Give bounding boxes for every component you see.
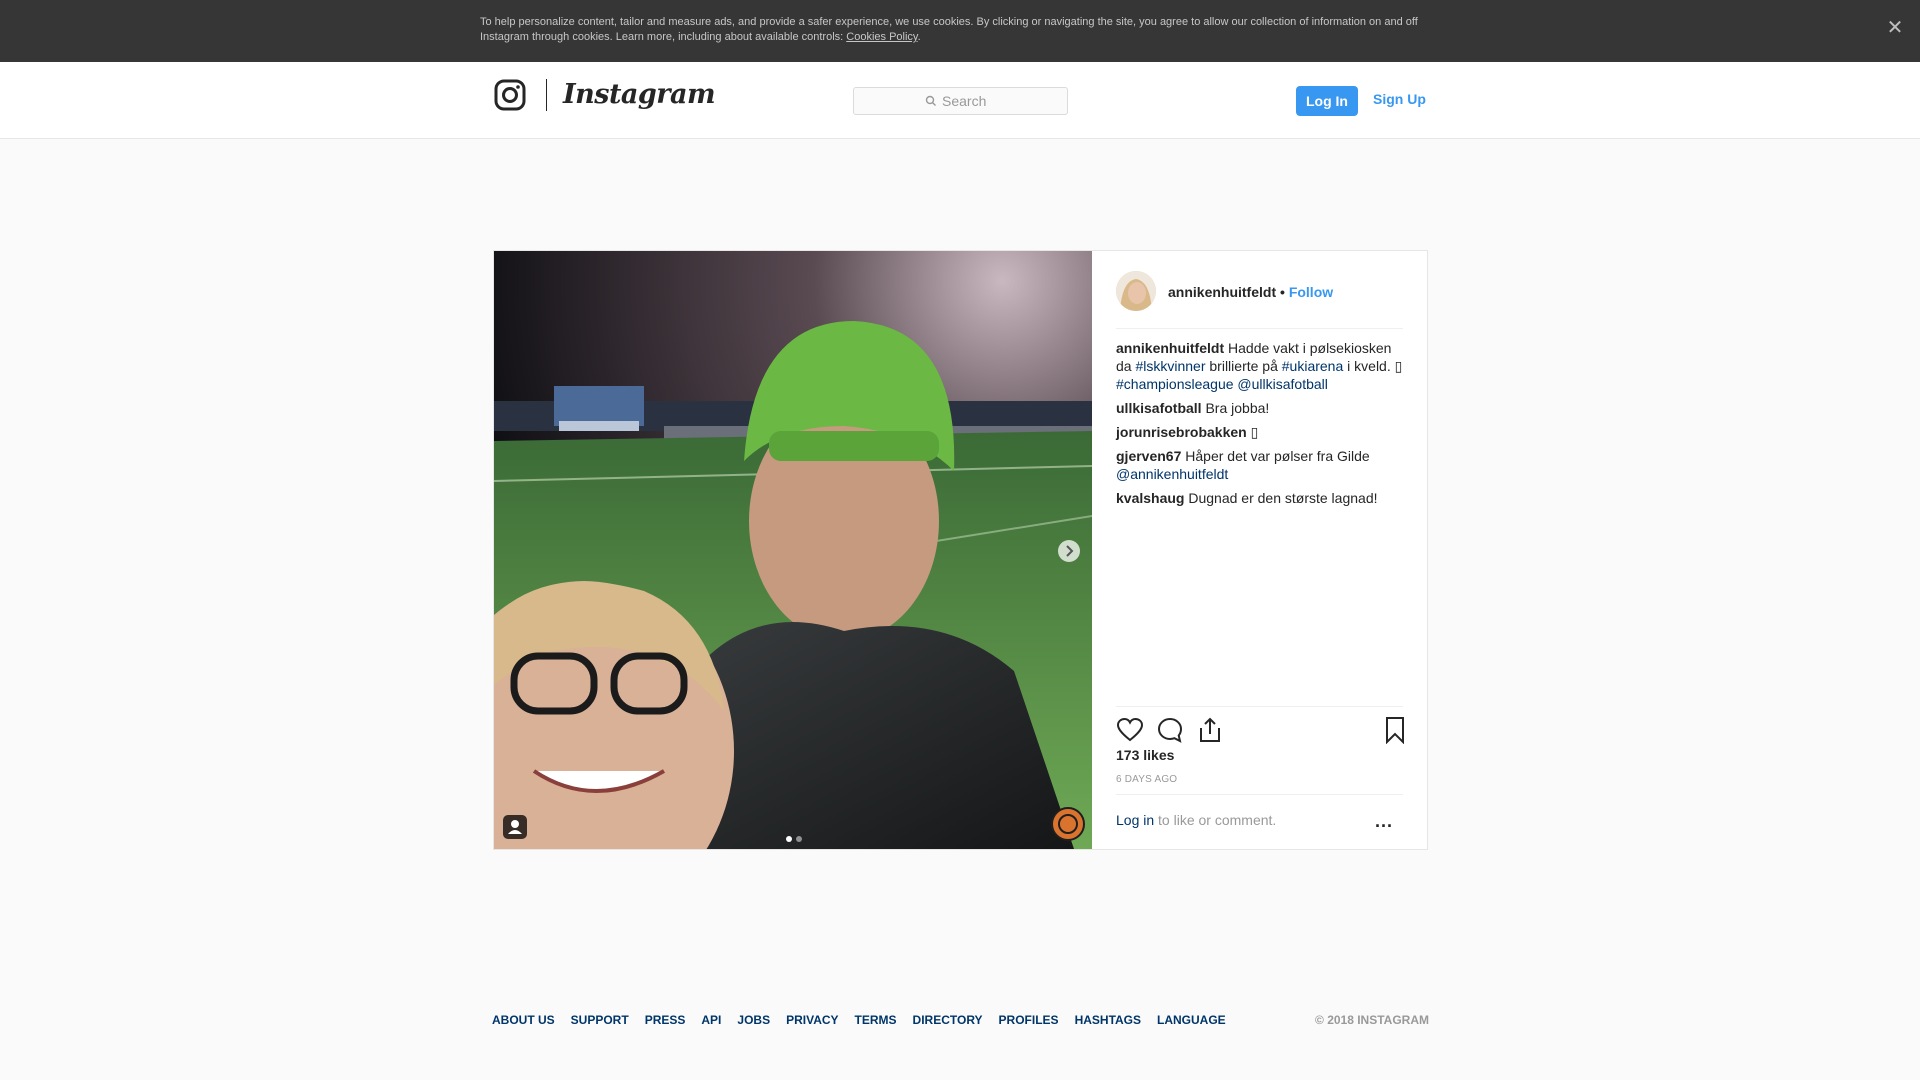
comment-item: gjerven67 Håper det var pølser fra Gilde… (1116, 447, 1406, 483)
footer-link[interactable]: TERMS (855, 1013, 897, 1027)
comment-username[interactable]: ullkisafotball (1116, 400, 1202, 416)
logo-separator (546, 79, 547, 111)
top-nav: Instagram Search Log In Sign Up (0, 62, 1920, 139)
cookie-message: To help personalize content, tailor and … (480, 16, 1418, 43)
user-tag-icon[interactable] (502, 814, 528, 840)
post-photo[interactable] (494, 251, 1092, 849)
comment-list: annikenhuitfeldt Hadde vakt i pølsekiosk… (1116, 339, 1406, 513)
comment-username[interactable]: gjerven67 (1116, 448, 1181, 464)
comment-text: Bra jobba! (1201, 400, 1270, 416)
comment-text: i kveld. ▯ (1343, 358, 1403, 374)
mention-link[interactable]: @annikenhuitfeldt (1116, 466, 1228, 482)
comment-text: ▯ (1246, 424, 1259, 440)
post-timestamp[interactable]: 6 DAYS AGO (1116, 774, 1177, 785)
comment-username[interactable]: kvalshaug (1116, 490, 1184, 506)
footer-link[interactable]: HASHTAGS (1075, 1013, 1141, 1027)
comment-item: annikenhuitfeldt Hadde vakt i pølsekiosk… (1116, 339, 1406, 393)
footer-link[interactable]: API (701, 1013, 721, 1027)
footer: ABOUT US SUPPORT PRESS API JOBS PRIVACY TERMS D… (492, 1013, 1429, 1033)
like-count[interactable]: 173 likes (1116, 747, 1174, 763)
footer-link[interactable]: PROFILES (999, 1013, 1059, 1027)
avatar-illustration (1116, 271, 1156, 311)
comment-item: ullkisafotball Bra jobba! (1116, 399, 1406, 417)
hashtag-link[interactable]: #ukiarena (1282, 358, 1344, 374)
footer-link[interactable]: LANGUAGE (1157, 1013, 1226, 1027)
search-icon (925, 95, 936, 106)
footer-link[interactable]: DIRECTORY (913, 1013, 983, 1027)
search-input[interactable]: Search (853, 87, 1068, 115)
separator-dot: • (1276, 284, 1289, 300)
instagram-wordmark[interactable]: Instagram (563, 79, 716, 110)
comment-username[interactable]: annikenhuitfeldt (1116, 340, 1224, 356)
comment-username[interactable]: jorunrisebrobakken (1116, 424, 1247, 440)
club-badge-icon (1051, 807, 1085, 841)
comment-section-footer: Log in to like or comment. ... (1116, 794, 1403, 849)
footer-link[interactable]: PRIVACY (786, 1013, 838, 1027)
login-prompt: Log in to like or comment. (1116, 812, 1276, 828)
hashtag-link[interactable]: #lskkvinner (1135, 358, 1205, 374)
avatar[interactable] (1116, 271, 1156, 311)
heart-icon[interactable] (1116, 716, 1144, 744)
signup-link[interactable]: Sign Up (1373, 91, 1426, 107)
close-icon[interactable]: ✕ (1884, 17, 1906, 39)
carousel-dot (796, 836, 802, 842)
hashtag-link[interactable]: #championsleague (1116, 376, 1234, 392)
post-card: annikenhuitfeldt • Follow annikenhuitfel… (493, 250, 1428, 850)
carousel-indicator (786, 829, 802, 847)
share-icon[interactable] (1196, 716, 1224, 744)
post-sidebar: annikenhuitfeldt • Follow annikenhuitfel… (1092, 251, 1427, 849)
carousel-dot-active (786, 836, 792, 842)
more-options-icon[interactable]: ... (1375, 811, 1393, 832)
footer-link[interactable]: JOBS (737, 1013, 770, 1027)
login-prompt-text: to like or comment. (1154, 812, 1277, 828)
bookmark-icon[interactable] (1381, 716, 1409, 744)
footer-link[interactable]: SUPPORT (571, 1013, 629, 1027)
cookie-suffix: . (917, 31, 921, 43)
cookies-policy-link[interactable]: Cookies Policy (846, 31, 917, 43)
comment-icon[interactable] (1156, 716, 1184, 744)
mention-link[interactable]: @ullkisafotball (1237, 376, 1327, 392)
cookie-banner: To help personalize content, tailor and … (0, 0, 1920, 62)
comment-text: Dugnad er den største lagnad! (1184, 490, 1378, 506)
post-author: annikenhuitfeldt • Follow (1168, 284, 1333, 300)
carousel-next-icon[interactable] (1057, 539, 1081, 563)
author-username[interactable]: annikenhuitfeldt (1168, 284, 1276, 300)
search-placeholder: Search (942, 93, 987, 109)
copyright: © 2018 INSTAGRAM (1315, 1013, 1429, 1027)
cookie-text: To help personalize content, tailor and … (480, 15, 1430, 45)
photo-illustration (494, 251, 1092, 849)
footer-link[interactable]: ABOUT US (492, 1013, 555, 1027)
instagram-glyph-icon[interactable] (494, 79, 526, 111)
comment-item: jorunrisebrobakken ▯ (1116, 423, 1406, 441)
footer-links: ABOUT US SUPPORT PRESS API JOBS PRIVACY TERMS D… (492, 1013, 1242, 1027)
post-header: annikenhuitfeldt • Follow (1116, 271, 1403, 329)
login-link[interactable]: Log in (1116, 812, 1154, 828)
comment-text: brillierte på (1205, 358, 1282, 374)
login-button[interactable]: Log In (1296, 86, 1358, 116)
follow-button[interactable]: Follow (1289, 284, 1333, 300)
footer-link[interactable]: PRESS (645, 1013, 686, 1027)
comment-text: Håper det var pølser fra Gilde (1181, 448, 1370, 464)
comment-item: kvalshaug Dugnad er den største lagnad! (1116, 489, 1406, 507)
